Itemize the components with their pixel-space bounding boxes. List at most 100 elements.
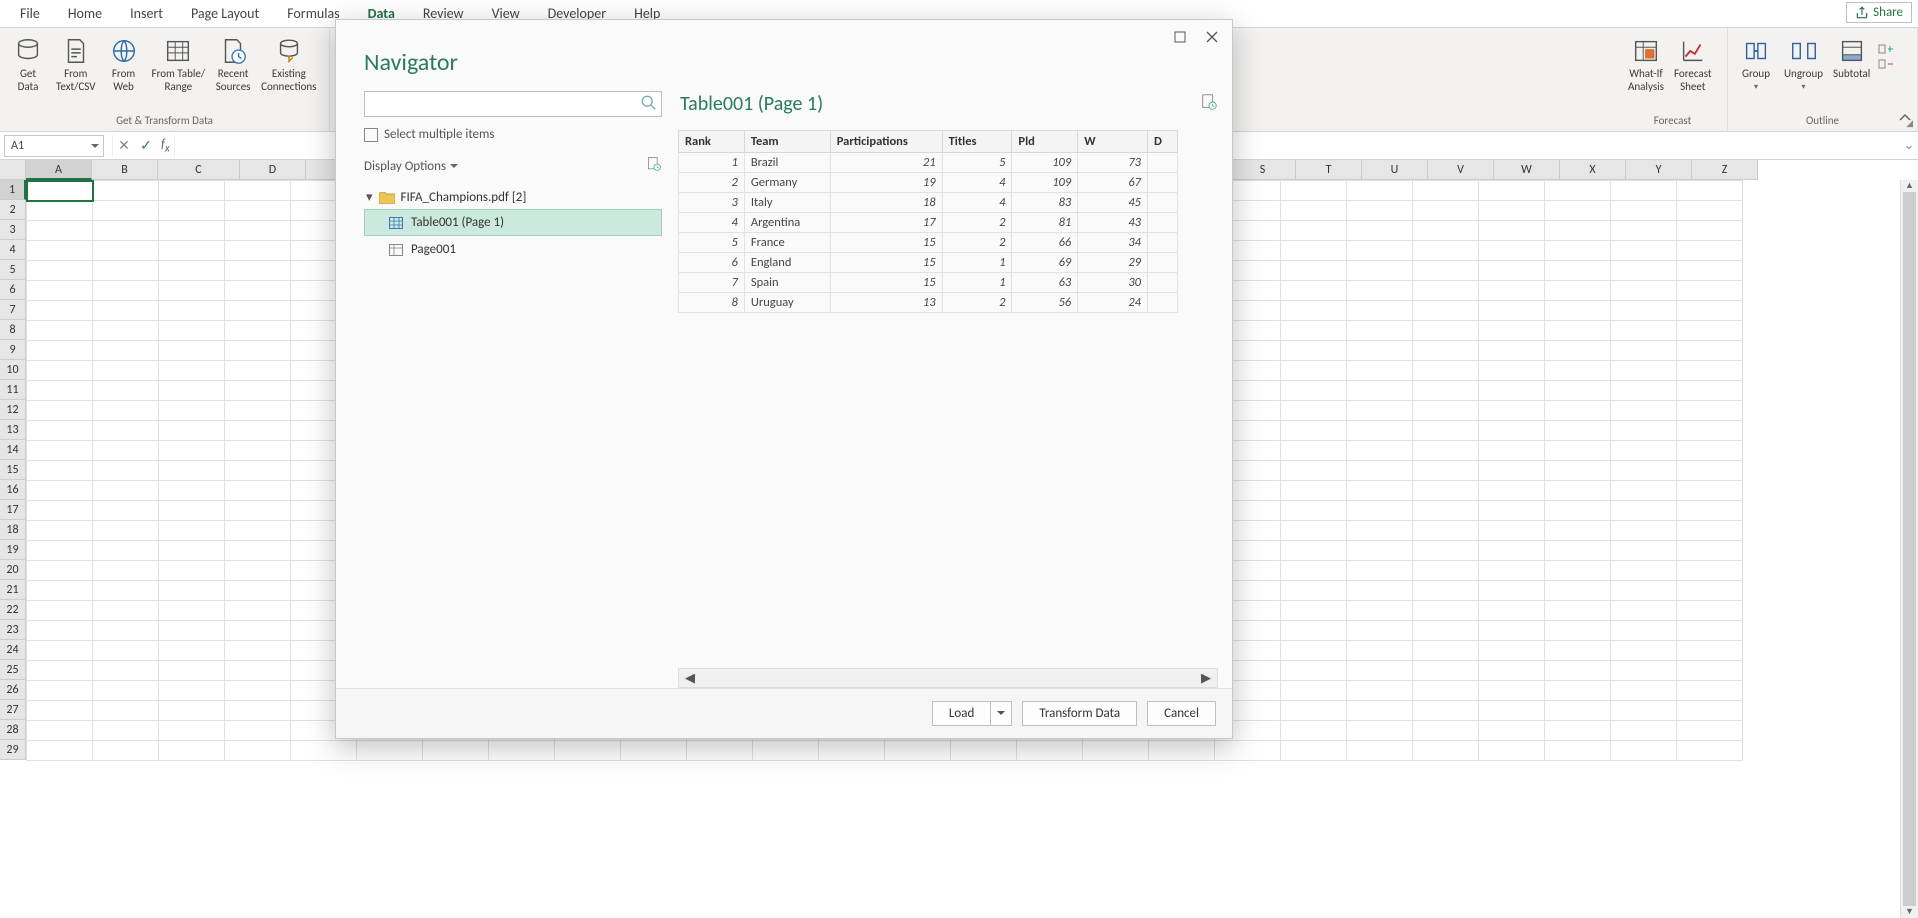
column-header-T[interactable]: T [1296,160,1362,180]
row-header-10[interactable]: 10 [0,360,26,380]
column-header-Y[interactable]: Y [1626,160,1692,180]
recent-sources-button[interactable]: Recent Sources [211,34,255,95]
row-header-19[interactable]: 19 [0,540,26,560]
tree-item-table001[interactable]: Table001 (Page 1) [364,209,662,236]
row-header-5[interactable]: 5 [0,260,26,280]
expand-formula-bar-button[interactable]: ⌄ [1900,138,1918,153]
row-header-22[interactable]: 22 [0,600,26,620]
get-data-button[interactable]: Get Data [6,34,50,95]
column-header-B[interactable]: B [92,160,158,180]
tab-page-layout[interactable]: Page Layout [177,1,273,26]
row-header-7[interactable]: 7 [0,300,26,320]
row-header-29[interactable]: 29 [0,740,26,760]
row-header-9[interactable]: 9 [0,340,26,360]
table-row[interactable]: 4Argentina1728143 [679,213,1178,233]
from-table-button[interactable]: From Table/ Range [148,34,210,95]
table-row[interactable]: 1Brazil21510973 [679,153,1178,173]
row-header-27[interactable]: 27 [0,700,26,720]
table-row[interactable]: 3Italy1848345 [679,193,1178,213]
row-header-4[interactable]: 4 [0,240,26,260]
column-header-W[interactable]: W [1494,160,1560,180]
table-row[interactable]: 7Spain1516330 [679,273,1178,293]
preview-col-titles[interactable]: Titles [942,131,1012,153]
preview-col-rank[interactable]: Rank [679,131,745,153]
row-header-8[interactable]: 8 [0,320,26,340]
row-header-26[interactable]: 26 [0,680,26,700]
whatif-analysis-button[interactable]: What-If Analysis [1624,34,1668,95]
tree-file-node[interactable]: ▾ FIFA_Champions.pdf [2] [364,186,662,209]
column-header-V[interactable]: V [1428,160,1494,180]
preview-col-pld[interactable]: Pld [1012,131,1078,153]
select-multiple-checkbox[interactable]: Select multiple items [364,127,662,142]
row-header-1[interactable]: 1 [0,180,26,200]
tab-file[interactable]: File [6,1,54,26]
preview-col-w[interactable]: W [1078,131,1148,153]
enter-formula-button[interactable]: ✓ [135,137,157,154]
maximize-button[interactable] [1166,25,1194,49]
tree-item-page001[interactable]: Page001 [364,236,662,263]
row-header-6[interactable]: 6 [0,280,26,300]
tab-home[interactable]: Home [54,1,116,26]
fx-icon[interactable]: fx [157,137,174,155]
table-row[interactable]: 8Uruguay1325624 [679,293,1178,313]
column-header-U[interactable]: U [1362,160,1428,180]
preview-col-d[interactable]: D [1148,131,1178,153]
row-header-11[interactable]: 11 [0,380,26,400]
hide-detail-button[interactable] [1876,57,1896,71]
row-header-21[interactable]: 21 [0,580,26,600]
subtotal-button[interactable]: Subtotal [1829,34,1874,83]
cell-A1[interactable] [27,181,93,201]
table-row[interactable]: 6England1516929 [679,253,1178,273]
select-all-corner[interactable] [0,160,26,180]
row-header-24[interactable]: 24 [0,640,26,660]
display-options-dropdown[interactable]: Display Options [364,159,458,174]
preview-horizontal-scrollbar[interactable]: ◀ ▶ [678,668,1218,688]
column-header-Z[interactable]: Z [1692,160,1758,180]
row-header-13[interactable]: 13 [0,420,26,440]
row-header-23[interactable]: 23 [0,620,26,640]
row-header-3[interactable]: 3 [0,220,26,240]
transform-data-button[interactable]: Transform Data [1022,701,1137,726]
close-button[interactable] [1198,25,1226,49]
column-header-D[interactable]: D [240,160,306,180]
preview-col-participations[interactable]: Participations [830,131,942,153]
column-header-X[interactable]: X [1560,160,1626,180]
group-button[interactable]: Group ▾ [1734,34,1778,94]
column-header-C[interactable]: C [158,160,240,180]
preview-col-team[interactable]: Team [744,131,830,153]
table-row[interactable]: 2Germany19410967 [679,173,1178,193]
row-header-12[interactable]: 12 [0,400,26,420]
collapse-ribbon-button[interactable] [1898,111,1912,129]
row-header-2[interactable]: 2 [0,200,26,220]
preview-refresh-icon[interactable] [1200,93,1218,115]
load-dropdown-button[interactable] [990,701,1012,726]
row-header-14[interactable]: 14 [0,440,26,460]
from-textcsv-button[interactable]: From Text/CSV [52,34,100,95]
load-button[interactable]: Load [932,701,990,726]
row-header-25[interactable]: 25 [0,660,26,680]
share-button[interactable]: Share [1846,2,1912,23]
scrollbar-thumb[interactable] [1903,192,1916,906]
refresh-icon[interactable] [646,156,662,176]
cancel-formula-button[interactable]: ✕ [113,137,135,154]
row-header-20[interactable]: 20 [0,560,26,580]
row-header-28[interactable]: 28 [0,720,26,740]
show-detail-button[interactable] [1876,42,1896,56]
forecast-sheet-button[interactable]: Forecast Sheet [1670,34,1716,95]
existing-connections-button[interactable]: Existing Connections [257,34,320,95]
from-web-button[interactable]: From Web [102,34,146,95]
column-header-S[interactable]: S [1230,160,1296,180]
row-header-18[interactable]: 18 [0,520,26,540]
search-icon [640,94,658,116]
vertical-scrollbar[interactable]: ▲ ▼ [1900,180,1918,918]
row-header-16[interactable]: 16 [0,480,26,500]
row-header-15[interactable]: 15 [0,460,26,480]
ungroup-button[interactable]: Ungroup ▾ [1780,34,1827,94]
name-box[interactable]: A1 [4,135,104,157]
tab-insert[interactable]: Insert [116,1,177,26]
row-header-17[interactable]: 17 [0,500,26,520]
navigator-search-input[interactable] [364,91,662,117]
cancel-button[interactable]: Cancel [1147,701,1216,726]
column-header-A[interactable]: A [26,160,92,180]
table-row[interactable]: 5France1526634 [679,233,1178,253]
